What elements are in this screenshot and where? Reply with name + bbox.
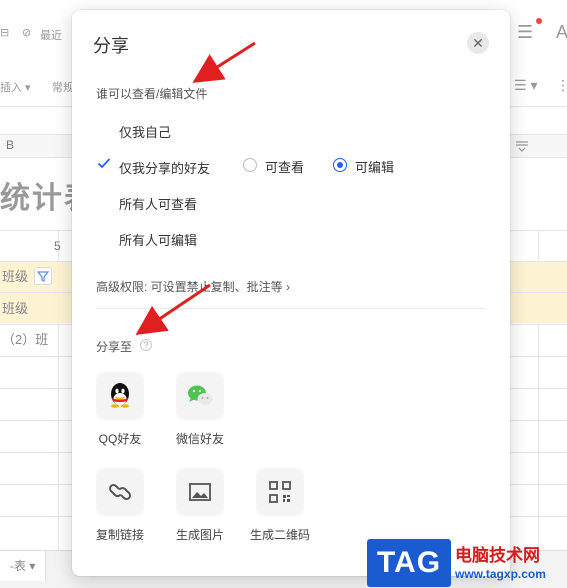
share-wechat-label: 微信好友 [175,432,224,446]
align-icon[interactable]: ☰ ▾ [514,77,537,94]
watermark-name: 电脑技术网 [455,546,540,565]
link-icon [108,483,132,501]
share-to-label: 分享至 [96,340,133,354]
permission-label: 谁可以查看/编辑文件 [96,87,208,101]
generate-qrcode-label: 生成二维码 [249,528,310,542]
image-icon [189,483,211,501]
radio-edit-label: 可编辑 [355,160,395,175]
table-cell[interactable]: （2）班 [0,325,58,355]
help-icon[interactable]: ? [140,339,152,351]
watermark-url: www.tagxp.com [455,567,546,581]
share-qq-button[interactable] [96,372,144,420]
font-a-icon[interactable]: A [556,22,567,43]
option-only-me[interactable]: 仅我自己 [119,122,171,141]
column-menu-icon[interactable] [510,137,534,153]
column-number: 5 [54,239,61,253]
close-icon: ✕ [472,35,484,51]
watermark-tag: TAG [367,539,451,587]
advanced-permissions-link[interactable]: 高级权限: 可设置禁止复制、批注等 › [96,278,290,295]
table-cell[interactable]: 班级 [0,294,58,324]
close-button[interactable]: ✕ [467,32,489,54]
generate-image-label: 生成图片 [175,528,224,542]
share-qq-label: QQ好友 [98,432,142,446]
generate-qrcode-button[interactable] [256,468,304,516]
number-format-dropdown[interactable]: 常规 [52,79,74,95]
radio-view-circle[interactable] [243,158,257,172]
menu-icon[interactable]: ☰ [517,22,533,43]
option-shared-friends[interactable]: 仅我分享的好友 [119,158,210,177]
generate-image-button[interactable] [176,468,224,516]
option-anyone-view[interactable]: 所有人可查看 [119,194,197,213]
watermark-logo: TAG 电脑技术网 www.tagxp.com [367,539,567,587]
sheet-tab[interactable]: -表 ▾ [0,551,47,581]
qq-icon [111,383,129,408]
recent-label[interactable]: 最近 [40,27,62,43]
insert-row-icon[interactable]: ⊟ [0,26,9,39]
wechat-icon [188,385,213,405]
qrcode-icon [269,481,291,503]
check-icon [97,158,111,169]
dialog-title: 分享 [93,36,129,56]
divider [96,308,486,309]
more-format-icon[interactable]: ⋮ [556,77,567,94]
column-b-label[interactable]: B [6,138,14,152]
radio-view-label: 可查看 [265,160,305,175]
copy-link-button[interactable] [96,468,144,516]
notification-dot [536,18,542,24]
share-dialog: 分享 ✕ 谁可以查看/编辑文件 仅我自己 仅我分享的好友 可查看 可编辑 所有人… [72,10,510,576]
option-anyone-edit[interactable]: 所有人可编辑 [119,230,197,249]
radio-edit-circle[interactable] [333,158,347,172]
filter-icon[interactable] [34,267,52,285]
recent-check-icon[interactable]: ⊘ [22,26,31,39]
share-wechat-button[interactable] [176,372,224,420]
copy-link-label: 复制链接 [95,528,144,542]
insert-dropdown[interactable]: 插入 ▾ [0,79,31,95]
